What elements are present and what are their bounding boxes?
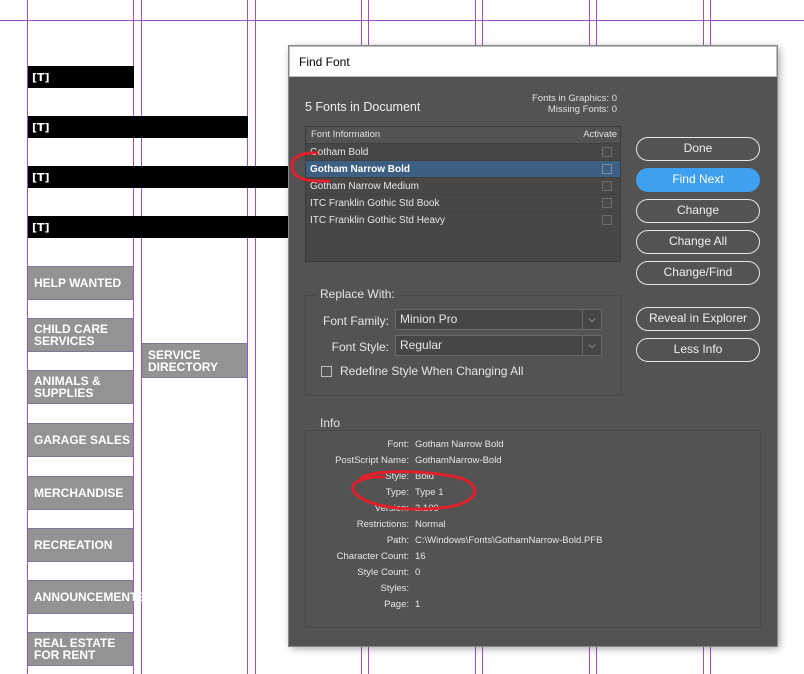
dialog-title[interactable]: Find Font <box>289 46 777 77</box>
font-row-selected[interactable]: Gotham Narrow Bold <box>306 160 620 177</box>
info-value: 2.100 <box>415 503 439 514</box>
fonts-count: 5 Fonts in Document <box>305 100 421 114</box>
change-all-button[interactable]: Change All <box>636 230 760 254</box>
find-next-button[interactable]: Find Next <box>636 168 760 192</box>
missing-fonts: Missing Fonts: 0 <box>547 104 617 115</box>
font-row-name: Gotham Bold <box>310 147 369 158</box>
guide-vertical <box>141 0 142 674</box>
category-box[interactable]: MERCHANDISE <box>28 476 133 510</box>
redefine-style-label: Redefine Style When Changing All <box>340 364 524 378</box>
category-box[interactable]: REAL ESTATE FOR RENT <box>28 632 133 666</box>
redefine-style-checkbox[interactable] <box>321 366 332 377</box>
info-key: Character Count: <box>336 551 409 562</box>
change-button[interactable]: Change <box>636 199 760 223</box>
info-key: Version: <box>374 503 409 514</box>
info-value: 16 <box>415 551 426 562</box>
info-value: 1 <box>415 599 421 610</box>
redacted-bar <box>28 116 248 138</box>
guide-horizontal <box>0 20 804 21</box>
done-button[interactable]: Done <box>636 137 760 161</box>
info-key: Style Count: <box>357 567 409 578</box>
activate-checkbox[interactable] <box>602 181 612 191</box>
font-row[interactable]: ITC Franklin Gothic Std Heavy <box>306 211 620 228</box>
font-row[interactable]: Gotham Bold <box>306 143 620 160</box>
activate-checkbox[interactable] <box>602 164 612 174</box>
text-frame-marker: [T] <box>32 171 50 184</box>
font-row[interactable]: Gotham Narrow Medium <box>306 177 620 194</box>
info-key: Type: <box>385 487 409 498</box>
font-list[interactable]: Font Information Activate Gotham Bold Go… <box>305 126 621 262</box>
chevron-down-icon[interactable]: ⌵ <box>582 310 601 329</box>
font-list-header: Font Information Activate <box>306 127 620 143</box>
font-row-name: ITC Franklin Gothic Std Heavy <box>310 215 446 226</box>
font-style-value: Regular <box>400 338 443 352</box>
text-frame-marker: [T] <box>32 121 50 134</box>
font-family-label: Font Family: <box>322 314 389 328</box>
font-style-label: Font Style: <box>331 340 389 354</box>
text-frame-marker: [T] <box>32 71 50 84</box>
font-style-select[interactable]: Regular ⌵ <box>395 335 602 356</box>
activate-checkbox[interactable] <box>602 198 612 208</box>
info-value: 0 <box>415 567 421 578</box>
guide-vertical <box>247 0 248 674</box>
category-box[interactable]: GARAGE SALES <box>28 423 133 457</box>
category-box[interactable]: CHILD CARE SERVICES <box>28 318 133 352</box>
info-value: GothamNarrow-Bold <box>415 455 502 466</box>
change-find-button[interactable]: Change/Find <box>636 261 760 285</box>
service-directory-box[interactable]: SERVICE DIRECTORY <box>142 343 247 378</box>
font-family-value: Minion Pro <box>400 312 458 326</box>
info-value: Bold <box>415 471 435 482</box>
info-key: Styles: <box>380 583 409 594</box>
font-row-name: Gotham Narrow Bold <box>310 164 411 175</box>
category-box[interactable]: RECREATION <box>28 528 133 562</box>
less-info-button[interactable]: Less Info <box>636 338 760 362</box>
guide-vertical <box>255 0 256 674</box>
info-value: Gotham Narrow Bold <box>415 439 504 450</box>
info-value: Normal <box>415 519 446 530</box>
replace-with-title: Replace With: <box>316 287 399 301</box>
activate-checkbox[interactable] <box>602 147 612 157</box>
redacted-bar <box>28 166 290 188</box>
font-stats: Fonts in Graphics: 0 Missing Fonts: 0 <box>532 93 617 115</box>
font-row-name: Gotham Narrow Medium <box>310 181 419 192</box>
category-box[interactable]: ANNOUNCEMENTS <box>28 580 145 614</box>
category-box[interactable]: ANIMALS & SUPPLIES <box>28 370 133 404</box>
info-title: Info <box>316 416 345 430</box>
column-font-information[interactable]: Font Information <box>311 127 380 143</box>
info-key: Path: <box>386 535 409 546</box>
find-font-dialog: Find Font 5 Fonts in Document Fonts in G… <box>289 46 777 646</box>
font-row-name: ITC Franklin Gothic Std Book <box>310 198 440 209</box>
info-key: Restrictions: <box>356 519 409 530</box>
info-key: Style: <box>385 471 409 482</box>
info-key: PostScript Name: <box>335 455 409 466</box>
column-activate[interactable]: Activate <box>583 127 617 143</box>
category-box[interactable]: HELP WANTED <box>28 266 133 300</box>
font-row[interactable]: ITC Franklin Gothic Std Book <box>306 194 620 211</box>
info-key: Font: <box>387 439 409 450</box>
info-value: C:\Windows\Fonts\GothamNarrow-Bold.PFB <box>415 535 603 546</box>
reveal-in-explorer-button[interactable]: Reveal in Explorer <box>636 307 760 331</box>
font-family-select[interactable]: Minion Pro ⌵ <box>395 309 602 330</box>
redacted-bar <box>28 216 290 238</box>
activate-checkbox[interactable] <box>602 215 612 225</box>
fonts-in-graphics: Fonts in Graphics: 0 <box>531 93 617 104</box>
guide-vertical <box>133 0 134 674</box>
text-frame-marker: [T] <box>32 221 50 234</box>
info-value: Type 1 <box>415 487 444 498</box>
chevron-down-icon[interactable]: ⌵ <box>582 336 601 355</box>
info-key: Page: <box>384 599 409 610</box>
